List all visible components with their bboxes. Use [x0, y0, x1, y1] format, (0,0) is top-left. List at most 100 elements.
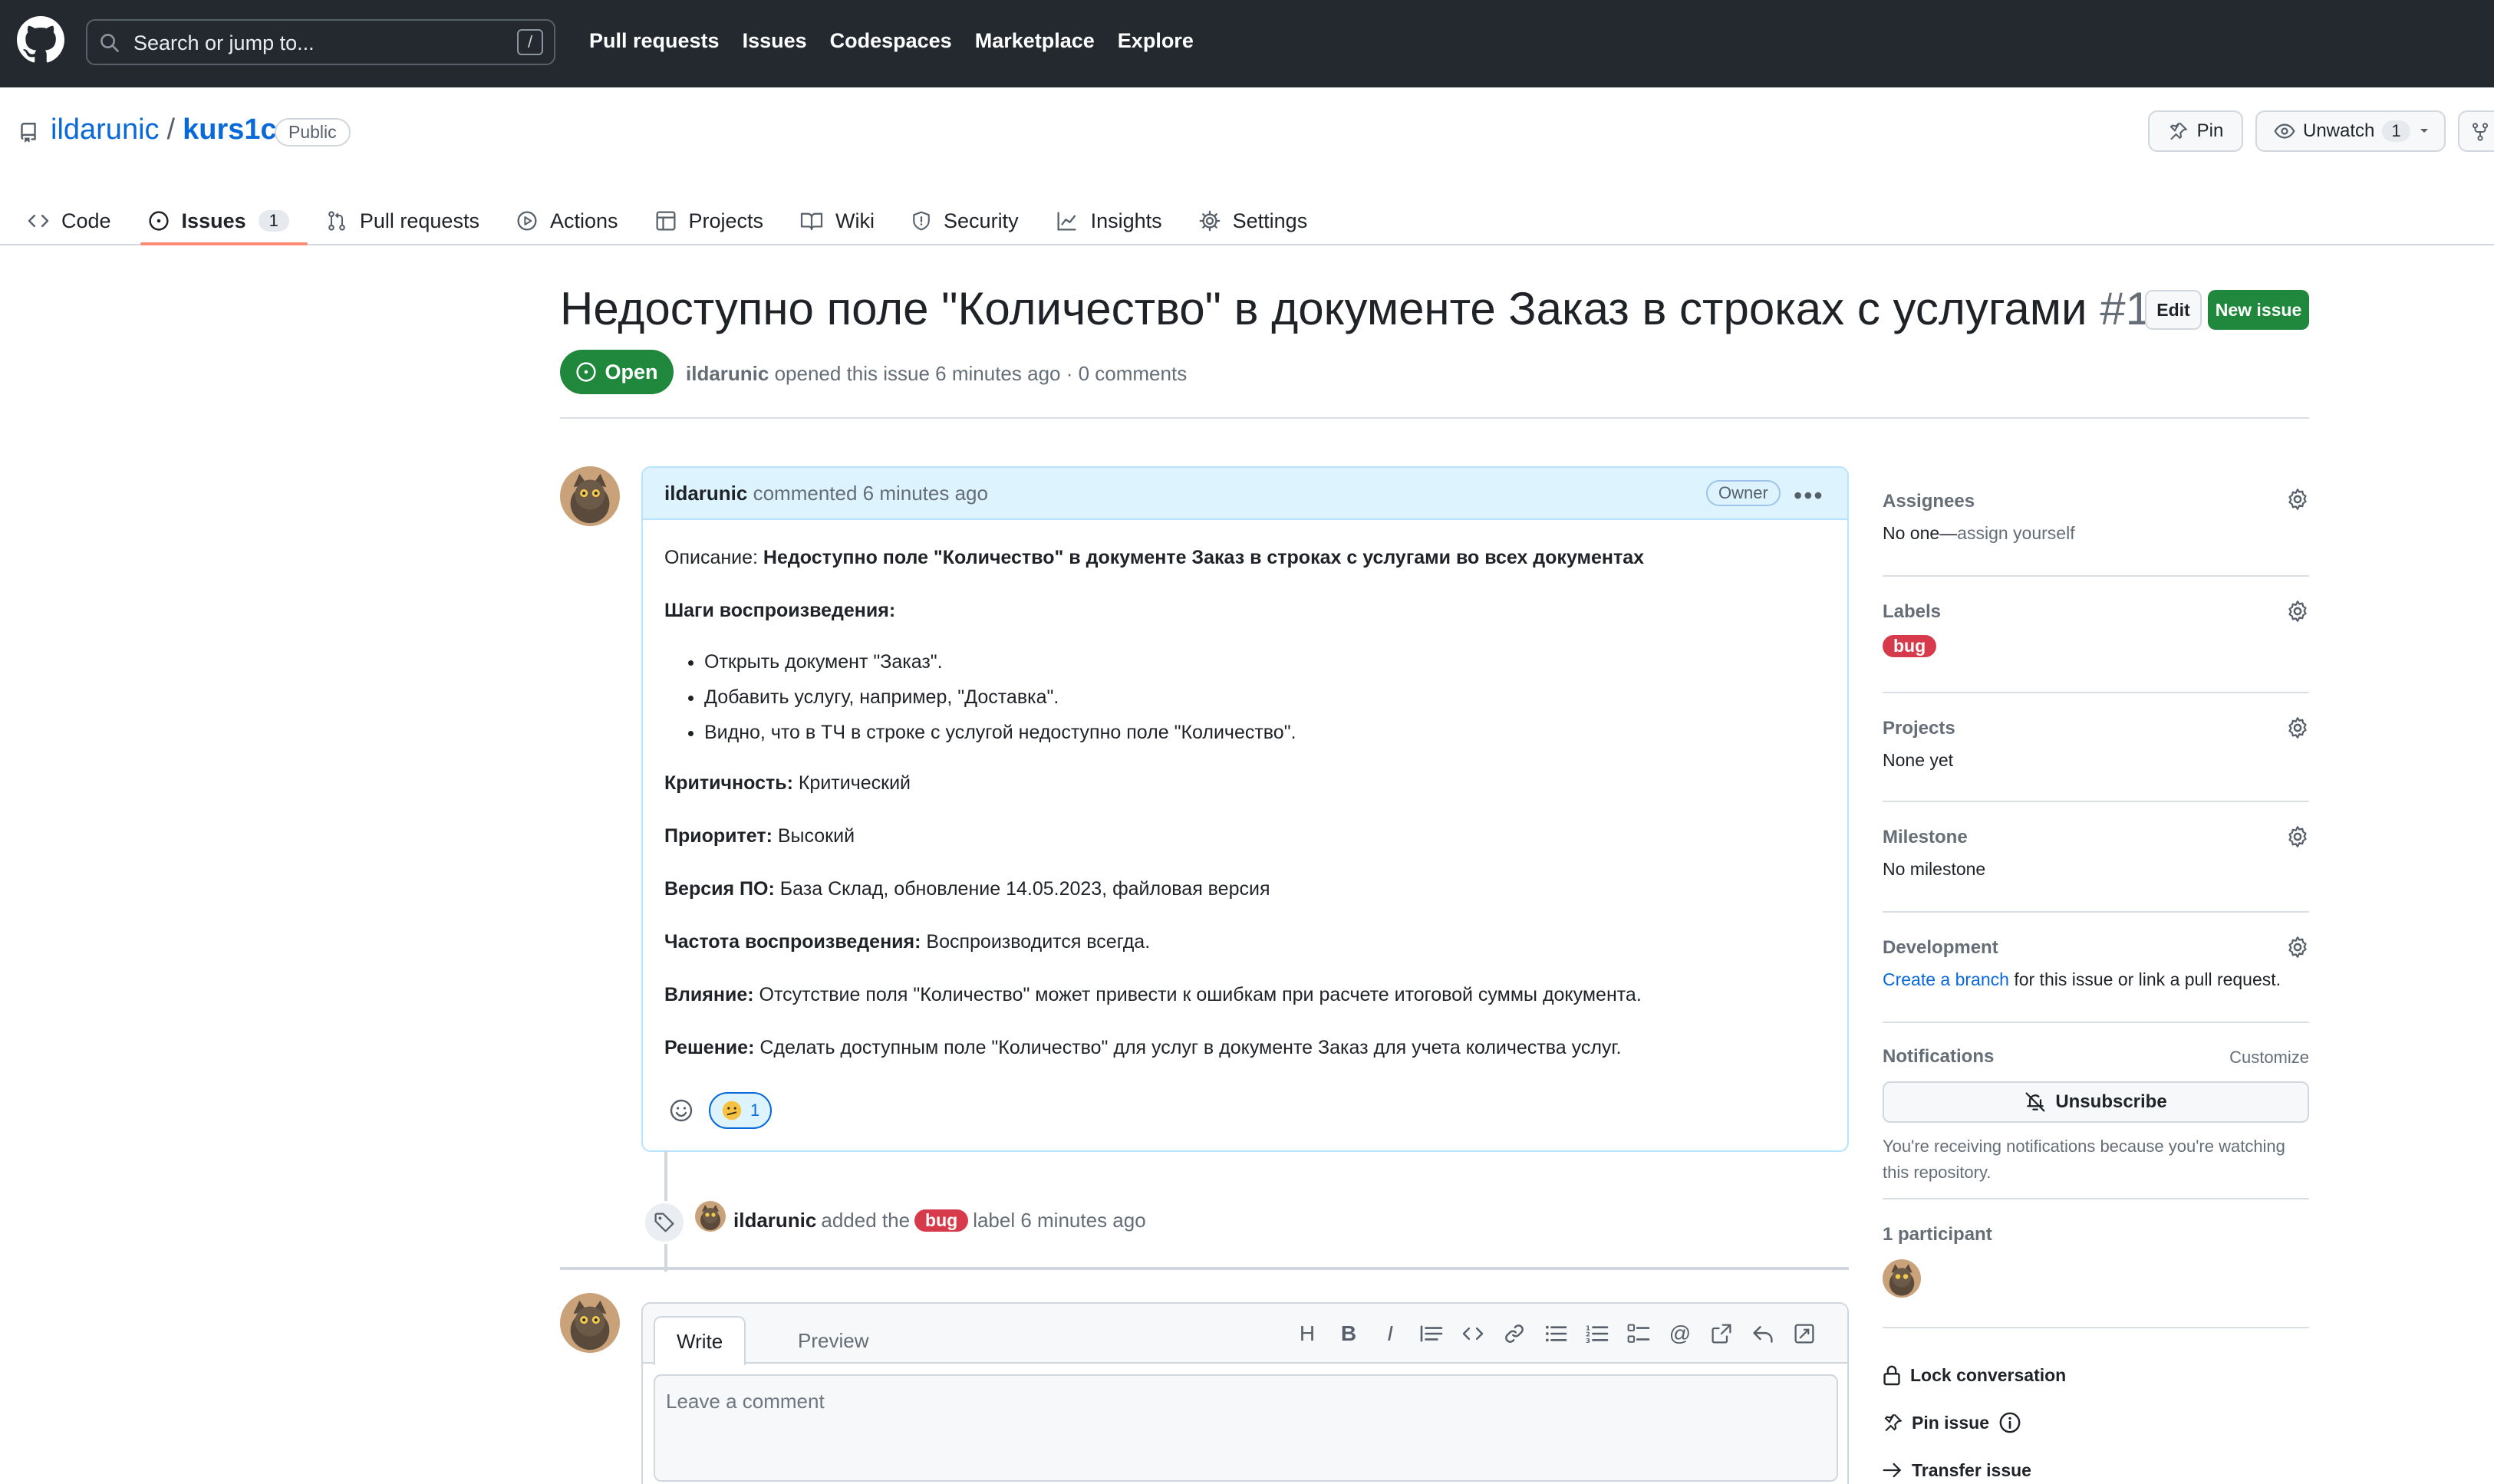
- field-label: Приоритет:: [664, 825, 773, 847]
- reaction-confused-button[interactable]: 1: [709, 1092, 773, 1129]
- unordered-list-icon[interactable]: [1544, 1319, 1568, 1348]
- avatar[interactable]: [1883, 1259, 1921, 1298]
- assign-yourself-link[interactable]: assign yourself: [1957, 523, 2074, 543]
- github-logo-icon[interactable]: [17, 16, 64, 64]
- avatar[interactable]: [560, 466, 620, 526]
- nav-pull-requests[interactable]: Pull requests: [589, 29, 720, 53]
- list-item: Видно, что в ТЧ в строке с услугой недос…: [704, 719, 1826, 745]
- new-issue-button[interactable]: New issue: [2208, 290, 2309, 330]
- pin-issue-button[interactable]: Pin issue: [1883, 1399, 2309, 1446]
- fullscreen-icon[interactable]: [1792, 1319, 1817, 1348]
- issue-title-text: Недоступно поле "Количество" в документе…: [560, 283, 2087, 334]
- tab-issues-count: 1: [258, 210, 289, 232]
- field-value: Сделать доступным поле "Количество" для …: [754, 1037, 1622, 1058]
- issue-author-link[interactable]: ildarunic: [686, 362, 769, 385]
- steps-title: Шаги воспроизведения:: [664, 597, 1826, 624]
- field-priority: Приоритет: Высокий: [664, 823, 1826, 849]
- field-solution: Решение: Сделать доступным поле "Количес…: [664, 1035, 1826, 1061]
- nav-explore[interactable]: Explore: [1118, 29, 1194, 53]
- bug-label[interactable]: bug: [1883, 635, 1937, 657]
- gear-icon: [1199, 210, 1221, 232]
- ordered-list-icon[interactable]: 123: [1585, 1319, 1609, 1348]
- tab-code[interactable]: Code: [28, 196, 125, 245]
- create-branch-link[interactable]: Create a branch: [1883, 969, 2009, 989]
- link-icon[interactable]: [1502, 1319, 1527, 1348]
- tab-issues[interactable]: Issues 1: [140, 196, 308, 245]
- comment-body: Описание: Недоступно поле "Количество" в…: [664, 545, 1826, 1087]
- repo-header: ildarunic / kurs1c Public Pin Unwatch 1 …: [0, 87, 2494, 245]
- search-input[interactable]: Search or jump to... /: [86, 19, 555, 65]
- task-list-icon[interactable]: [1626, 1319, 1651, 1348]
- gear-icon[interactable]: [2286, 488, 2309, 511]
- tab-preview[interactable]: Preview: [776, 1316, 890, 1365]
- list-item: Открыть документ "Заказ".: [704, 649, 1826, 675]
- tab-insights[interactable]: Insights: [1056, 196, 1176, 245]
- mention-icon[interactable]: @: [1668, 1319, 1692, 1348]
- tab-projects[interactable]: Projects: [655, 196, 778, 245]
- comment-time[interactable]: commented 6 minutes ago: [747, 482, 988, 505]
- event-actor-link[interactable]: ildarunic: [733, 1209, 816, 1232]
- tab-actions[interactable]: Actions: [516, 196, 632, 245]
- lock-conversation-button[interactable]: Lock conversation: [1883, 1351, 2309, 1399]
- italic-icon[interactable]: I: [1378, 1319, 1402, 1348]
- book-icon: [800, 211, 823, 231]
- bug-label[interactable]: bug: [914, 1209, 969, 1232]
- reaction-count: 1: [750, 1101, 760, 1120]
- nav-issues[interactable]: Issues: [743, 29, 807, 53]
- list-item: Добавить услугу, например, "Доставка".: [704, 684, 1826, 710]
- sidebar-labels: Labels bug: [1883, 577, 2309, 693]
- gear-icon[interactable]: [2286, 936, 2309, 959]
- repo-name-link[interactable]: kurs1c: [183, 114, 277, 146]
- gear-icon[interactable]: [2286, 825, 2309, 848]
- global-nav: Pull requests Issues Codespaces Marketpl…: [589, 29, 1194, 53]
- comment-placeholder: Leave a comment: [666, 1390, 825, 1413]
- fork-icon: [2470, 121, 2490, 143]
- lock-icon: [1883, 1364, 1901, 1386]
- bold-icon[interactable]: B: [1336, 1319, 1361, 1348]
- search-icon: [100, 33, 120, 53]
- issue-opened-icon: [575, 361, 597, 383]
- avatar[interactable]: [695, 1201, 726, 1232]
- development-title: Development: [1883, 937, 1998, 958]
- pin-repo-button[interactable]: Pin: [2148, 110, 2243, 152]
- comment-author-link[interactable]: ildarunic: [664, 482, 747, 505]
- shield-icon: [911, 210, 931, 232]
- field-version: Версия ПО: База Склад, обновление 14.05.…: [664, 876, 1826, 902]
- event-post: label 6 minutes ago: [973, 1209, 1146, 1232]
- field-value: Критический: [792, 772, 911, 794]
- assignees-none: No one—: [1883, 523, 1958, 543]
- add-reaction-smiley-icon[interactable]: [664, 1094, 698, 1127]
- customize-link[interactable]: Customize: [2229, 1048, 2309, 1068]
- repo-owner-link[interactable]: ildarunic: [51, 114, 160, 146]
- edit-issue-button[interactable]: Edit: [2145, 290, 2202, 330]
- tab-wiki[interactable]: Wiki: [800, 196, 888, 245]
- tab-settings[interactable]: Settings: [1199, 196, 1322, 245]
- nav-marketplace[interactable]: Marketplace: [975, 29, 1095, 53]
- owner-badge: Owner: [1706, 480, 1781, 506]
- sidebar-participants: 1 participant: [1883, 1199, 2309, 1328]
- global-header: Search or jump to... / Pull requests Iss…: [0, 0, 2494, 87]
- heading-icon[interactable]: H: [1295, 1319, 1319, 1348]
- gear-icon[interactable]: [2286, 600, 2309, 623]
- comment-textarea[interactable]: Leave a comment: [654, 1374, 1838, 1482]
- milestone-title: Milestone: [1883, 827, 1968, 847]
- info-icon[interactable]: [1998, 1411, 2021, 1434]
- unsubscribe-button[interactable]: Unsubscribe: [1883, 1081, 2309, 1123]
- cross-reference-icon[interactable]: [1709, 1319, 1734, 1348]
- gear-icon[interactable]: [2286, 716, 2309, 739]
- unwatch-button[interactable]: Unwatch 1: [2255, 110, 2446, 152]
- field-label: Частота воспроизведения:: [664, 931, 921, 953]
- tab-security[interactable]: Security: [911, 196, 1033, 245]
- tab-write[interactable]: Write: [654, 1316, 746, 1365]
- quote-icon[interactable]: [1419, 1319, 1444, 1348]
- fork-button[interactable]: [2458, 110, 2494, 152]
- kebab-horizontal-icon[interactable]: •••: [1794, 482, 1824, 510]
- reply-icon[interactable]: [1751, 1319, 1775, 1348]
- nav-codespaces[interactable]: Codespaces: [830, 29, 952, 53]
- unsubscribe-label: Unsubscribe: [2055, 1091, 2167, 1112]
- avatar[interactable]: [560, 1293, 620, 1353]
- code-icon[interactable]: [1461, 1319, 1485, 1348]
- transfer-issue-button[interactable]: Transfer issue: [1883, 1446, 2309, 1484]
- tab-pull-requests[interactable]: Pull requests: [326, 196, 493, 245]
- steps-list: Открыть документ "Заказ". Добавить услуг…: [704, 649, 1826, 745]
